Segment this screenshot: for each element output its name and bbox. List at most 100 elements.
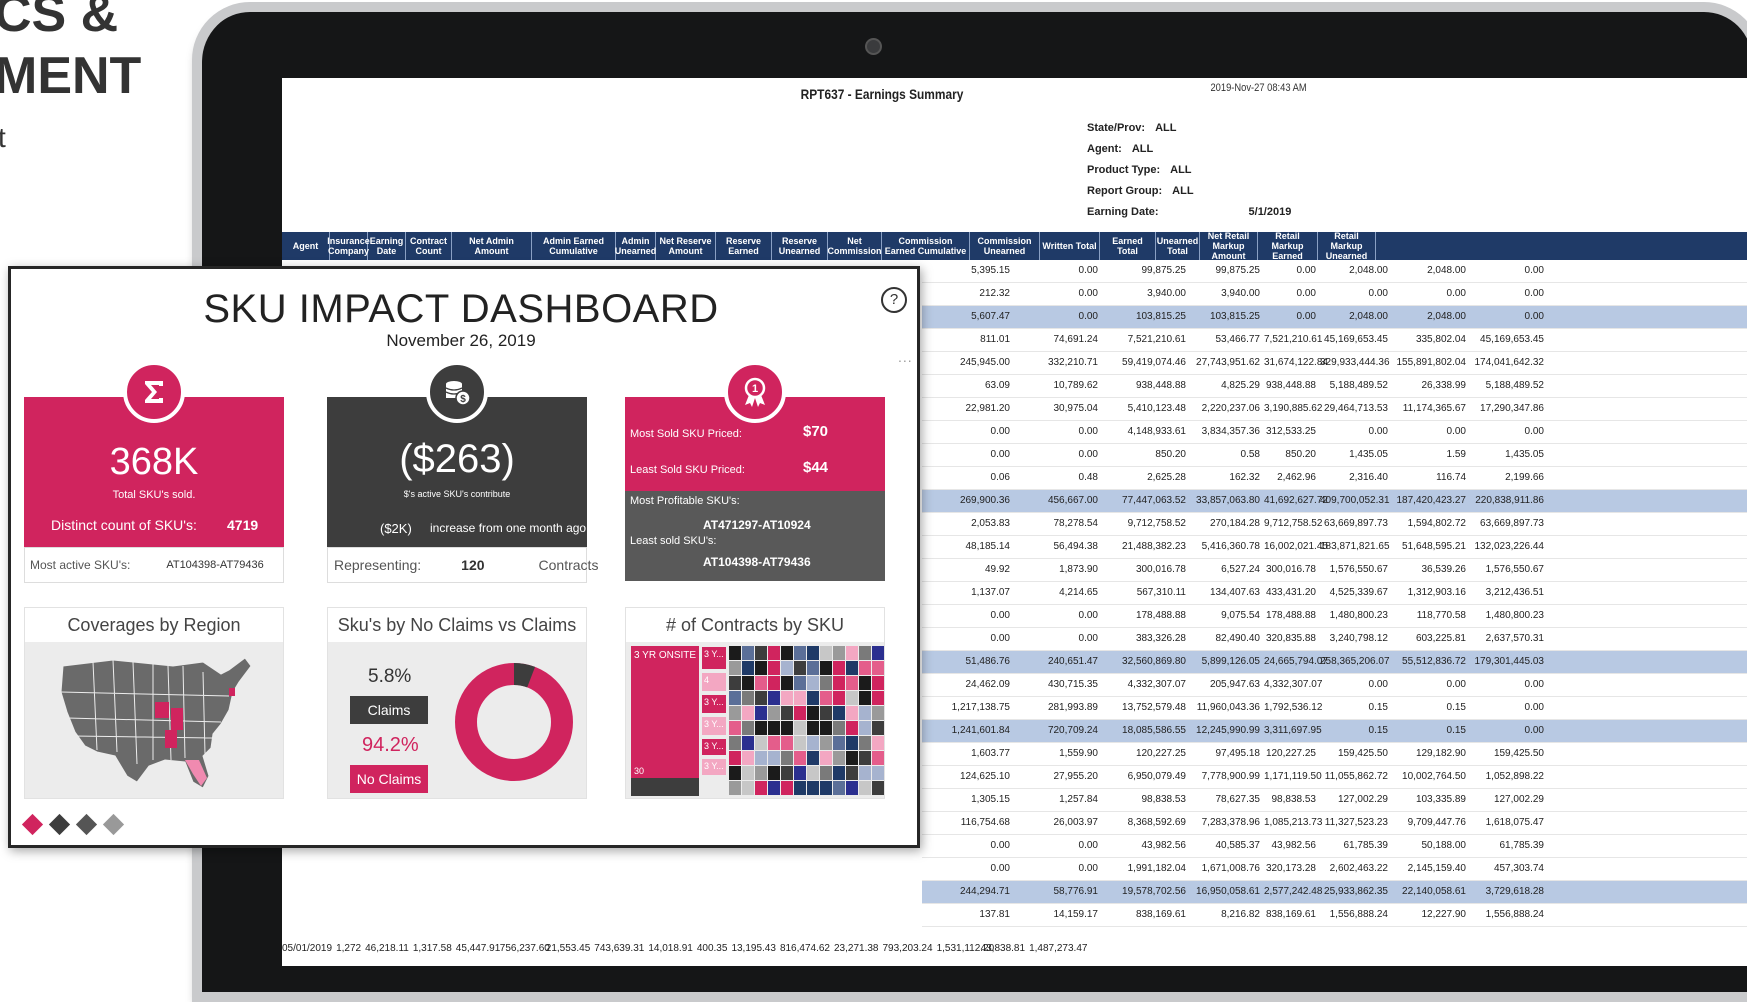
claims-legend[interactable]: Claims [350,696,428,724]
column-header[interactable]: Insurance Company [327,232,370,260]
column-header[interactable]: Admin Unearned [615,232,656,260]
treemap-cell[interactable] [768,781,780,795]
treemap-cell[interactable] [781,751,793,765]
treemap-cell[interactable] [859,751,871,765]
page-dot[interactable] [48,813,71,836]
treemap-cell[interactable] [781,646,793,660]
claims-donut[interactable] [452,660,576,784]
treemap-cell[interactable] [820,766,832,780]
treemap-cell[interactable] [742,646,754,660]
treemap-cell[interactable] [807,691,819,705]
treemap-cell[interactable] [820,736,832,750]
treemap-cell[interactable] [872,676,884,690]
treemap-cell[interactable] [794,706,806,720]
column-header[interactable]: Net Reserve Amount [656,232,716,260]
table-row[interactable]: 1,217,138.75 281,993.89 13,752,579.48 11,96… [922,697,1747,720]
treemap-cell[interactable] [794,691,806,705]
treemap-cell[interactable] [742,751,754,765]
treemap-cell[interactable] [781,736,793,750]
column-header[interactable]: Admin Earned Cumulative [532,232,616,260]
table-row[interactable]: 51,486.76 240,651.47 32,560,869.80 5,899,12… [922,651,1747,674]
treemap-cell[interactable] [755,766,767,780]
treemap-cell[interactable] [768,706,780,720]
table-row[interactable]: 1,137.07 4,214.65 567,310.11 134,407.63 433,… [922,582,1747,605]
treemap-cell[interactable] [872,691,884,705]
treemap-cell[interactable] [820,691,832,705]
page-dot[interactable] [21,813,44,836]
treemap-cell[interactable] [742,766,754,780]
more-options-icon[interactable]: ... [898,349,913,365]
treemap-cell[interactable] [768,721,780,735]
us-map[interactable] [53,652,263,792]
treemap-cell[interactable] [872,721,884,735]
treemap-cell[interactable] [807,721,819,735]
table-row[interactable]: 22,981.20 30,975.04 5,410,123.48 2,220,237.… [922,398,1747,421]
treemap-cell[interactable] [859,691,871,705]
treemap-cell[interactable] [729,781,741,795]
treemap-cell[interactable] [833,676,845,690]
treemap-cell[interactable] [781,691,793,705]
treemap-cell[interactable] [755,781,767,795]
treemap-cell[interactable] [859,676,871,690]
column-header[interactable]: Net Commission [828,232,882,260]
treemap-cell[interactable] [820,751,832,765]
treemap-cell[interactable] [729,736,741,750]
table-row[interactable]: 48,185.14 56,494.38 21,488,382.23 5,416,360… [922,536,1747,559]
treemap-cell[interactable] [833,661,845,675]
treemap-cell[interactable] [729,661,741,675]
treemap-cell[interactable] [794,736,806,750]
treemap-cell[interactable] [768,661,780,675]
treemap-cell[interactable] [794,751,806,765]
column-header[interactable]: Written Total [1040,232,1100,260]
treemap-cell[interactable] [846,691,858,705]
treemap-cell[interactable] [833,766,845,780]
treemap-cell[interactable] [833,721,845,735]
treemap-cell[interactable] [742,721,754,735]
table-row[interactable]: 0.06 0.48 2,625.28 162.32 2,462.96 2,316.40 11… [922,467,1747,490]
table-row[interactable]: 124,625.10 27,955.20 6,950,079.49 7,778,900… [922,766,1747,789]
treemap-cell[interactable] [807,706,819,720]
treemap-cell[interactable] [872,736,884,750]
treemap-cell[interactable] [794,661,806,675]
treemap-cell[interactable] [768,766,780,780]
table-row[interactable]: 0.00 0.00 43,982.56 40,585.37 43,982.56 61,78… [922,835,1747,858]
treemap-cell[interactable] [872,646,884,660]
page-dot[interactable] [102,813,125,836]
treemap-cell[interactable] [859,721,871,735]
treemap-cell[interactable] [781,706,793,720]
table-row[interactable]: 0.00 0.00 4,148,933.61 3,834,357.36 312,533.… [922,421,1747,444]
treemap-cell[interactable] [807,766,819,780]
treemap-cell[interactable] [729,691,741,705]
column-header[interactable]: Contract Count [406,232,452,260]
treemap-cell[interactable] [846,766,858,780]
table-row[interactable]: 2,053.83 78,278.54 9,712,758.52 270,184.28 9… [922,513,1747,536]
treemap-cell[interactable] [755,691,767,705]
column-header[interactable]: Retail Markup Unearned [1318,231,1376,261]
table-row[interactable]: 811.01 74,691.24 7,521,210.61 53,466.77 7,52… [922,329,1747,352]
treemap-cell[interactable] [794,646,806,660]
treemap-cell[interactable] [729,676,741,690]
table-row[interactable]: 1,305.15 1,257.84 98,838.53 78,627.35 98,838… [922,789,1747,812]
table-row[interactable]: 24,462.09 430,715.35 4,332,307.07 205,947.6… [922,674,1747,697]
treemap-cell[interactable] [872,661,884,675]
help-icon[interactable]: ? [881,287,907,313]
treemap-cell[interactable] [820,781,832,795]
treemap-main-cell[interactable]: 3 YR ONSITE 30 [631,646,699,778]
treemap-cell[interactable] [781,721,793,735]
treemap-cell[interactable] [742,736,754,750]
treemap-cell[interactable] [846,781,858,795]
column-header[interactable]: Agent [282,232,330,260]
treemap-cell[interactable] [755,751,767,765]
treemap-cell[interactable]: 3 Y... [701,738,727,756]
treemap-cell[interactable] [846,751,858,765]
column-header[interactable]: Unearned Total [1156,232,1200,260]
treemap-cell[interactable] [768,676,780,690]
treemap-cell[interactable] [820,646,832,660]
treemap-cell[interactable] [742,706,754,720]
treemap-cell[interactable] [729,766,741,780]
treemap-cell[interactable] [729,721,741,735]
table-row[interactable]: 1,603.77 1,559.90 120,227.25 97,495.18 120,2… [922,743,1747,766]
treemap-cell[interactable] [820,721,832,735]
page-dot[interactable] [75,813,98,836]
table-row[interactable]: 0.00 0.00 178,488.88 9,075.54 178,488.88 1,48… [922,605,1747,628]
